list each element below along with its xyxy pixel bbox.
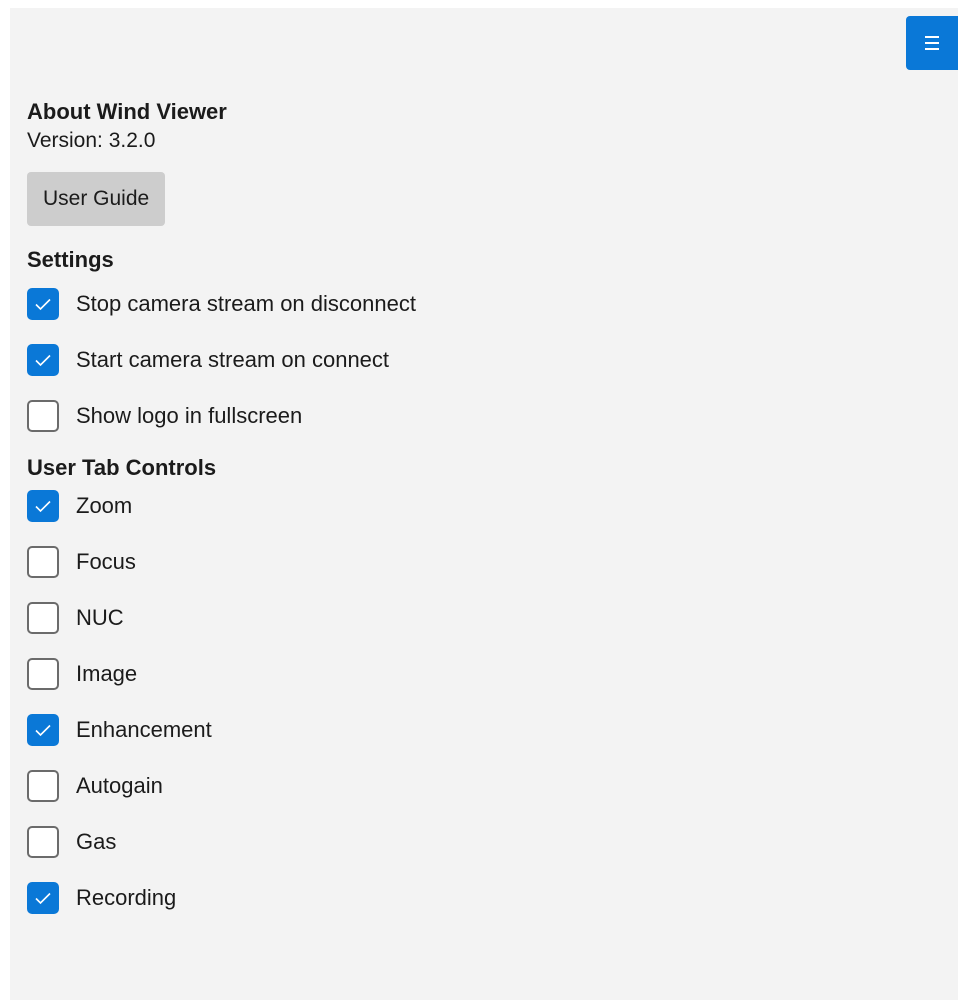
checkbox[interactable] xyxy=(27,826,59,858)
control-gas[interactable]: Gas xyxy=(27,814,727,870)
setting-start-stream-on-connect[interactable]: Start camera stream on connect xyxy=(27,332,727,388)
setting-stop-stream-on-disconnect[interactable]: Stop camera stream on disconnect xyxy=(27,276,727,332)
checkbox-label: Show logo in fullscreen xyxy=(76,403,303,428)
settings-heading: Settings xyxy=(27,247,114,272)
control-focus[interactable]: Focus xyxy=(27,534,727,590)
checkbox-label: Zoom xyxy=(76,493,133,518)
checkbox-label: Gas xyxy=(76,829,117,854)
checkbox[interactable] xyxy=(27,770,59,802)
checkbox[interactable] xyxy=(27,546,59,578)
about-title: About Wind Viewer xyxy=(27,99,227,124)
menu-button[interactable] xyxy=(906,16,958,70)
checkbox[interactable] xyxy=(27,344,59,376)
checkbox[interactable] xyxy=(27,658,59,690)
checkbox[interactable] xyxy=(27,602,59,634)
checkmark-icon xyxy=(35,500,51,513)
checkbox[interactable] xyxy=(27,882,59,914)
checkbox[interactable] xyxy=(27,400,59,432)
control-nuc[interactable]: NUC xyxy=(27,590,727,646)
checkbox[interactable] xyxy=(27,288,59,320)
control-enhancement[interactable]: Enhancement xyxy=(27,702,727,758)
checkbox-label: Recording xyxy=(76,885,177,910)
checkmark-icon xyxy=(35,298,51,311)
user-guide-button[interactable]: User Guide xyxy=(27,172,166,226)
control-recording[interactable]: Recording xyxy=(27,870,727,926)
checkmark-icon xyxy=(35,892,51,905)
version-text: Version: 3.2.0 xyxy=(27,129,156,152)
hamburger-menu-icon xyxy=(925,36,939,50)
about-content: About Wind Viewer Version: 3.2.0 User Gu… xyxy=(27,98,727,926)
checkbox[interactable] xyxy=(27,490,59,522)
checkmark-icon xyxy=(35,354,51,367)
control-zoom[interactable]: Zoom xyxy=(27,478,727,534)
checkbox[interactable] xyxy=(27,714,59,746)
settings-list: Stop camera stream on disconnect Start c… xyxy=(27,276,727,444)
user-tab-controls-list: Zoom Focus NUC Image Enhancement Autogai… xyxy=(27,478,727,926)
checkmark-icon xyxy=(35,724,51,737)
checkbox-label: Autogain xyxy=(76,773,163,798)
checkbox-label: NUC xyxy=(76,605,124,630)
control-autogain[interactable]: Autogain xyxy=(27,758,727,814)
setting-show-logo-fullscreen[interactable]: Show logo in fullscreen xyxy=(27,388,727,444)
checkbox-label: Stop camera stream on disconnect xyxy=(76,291,416,316)
checkbox-label: Focus xyxy=(76,549,136,574)
checkbox-label: Start camera stream on connect xyxy=(76,347,390,372)
checkbox-label: Enhancement xyxy=(76,717,212,742)
checkbox-label: Image xyxy=(76,661,138,686)
control-image[interactable]: Image xyxy=(27,646,727,702)
